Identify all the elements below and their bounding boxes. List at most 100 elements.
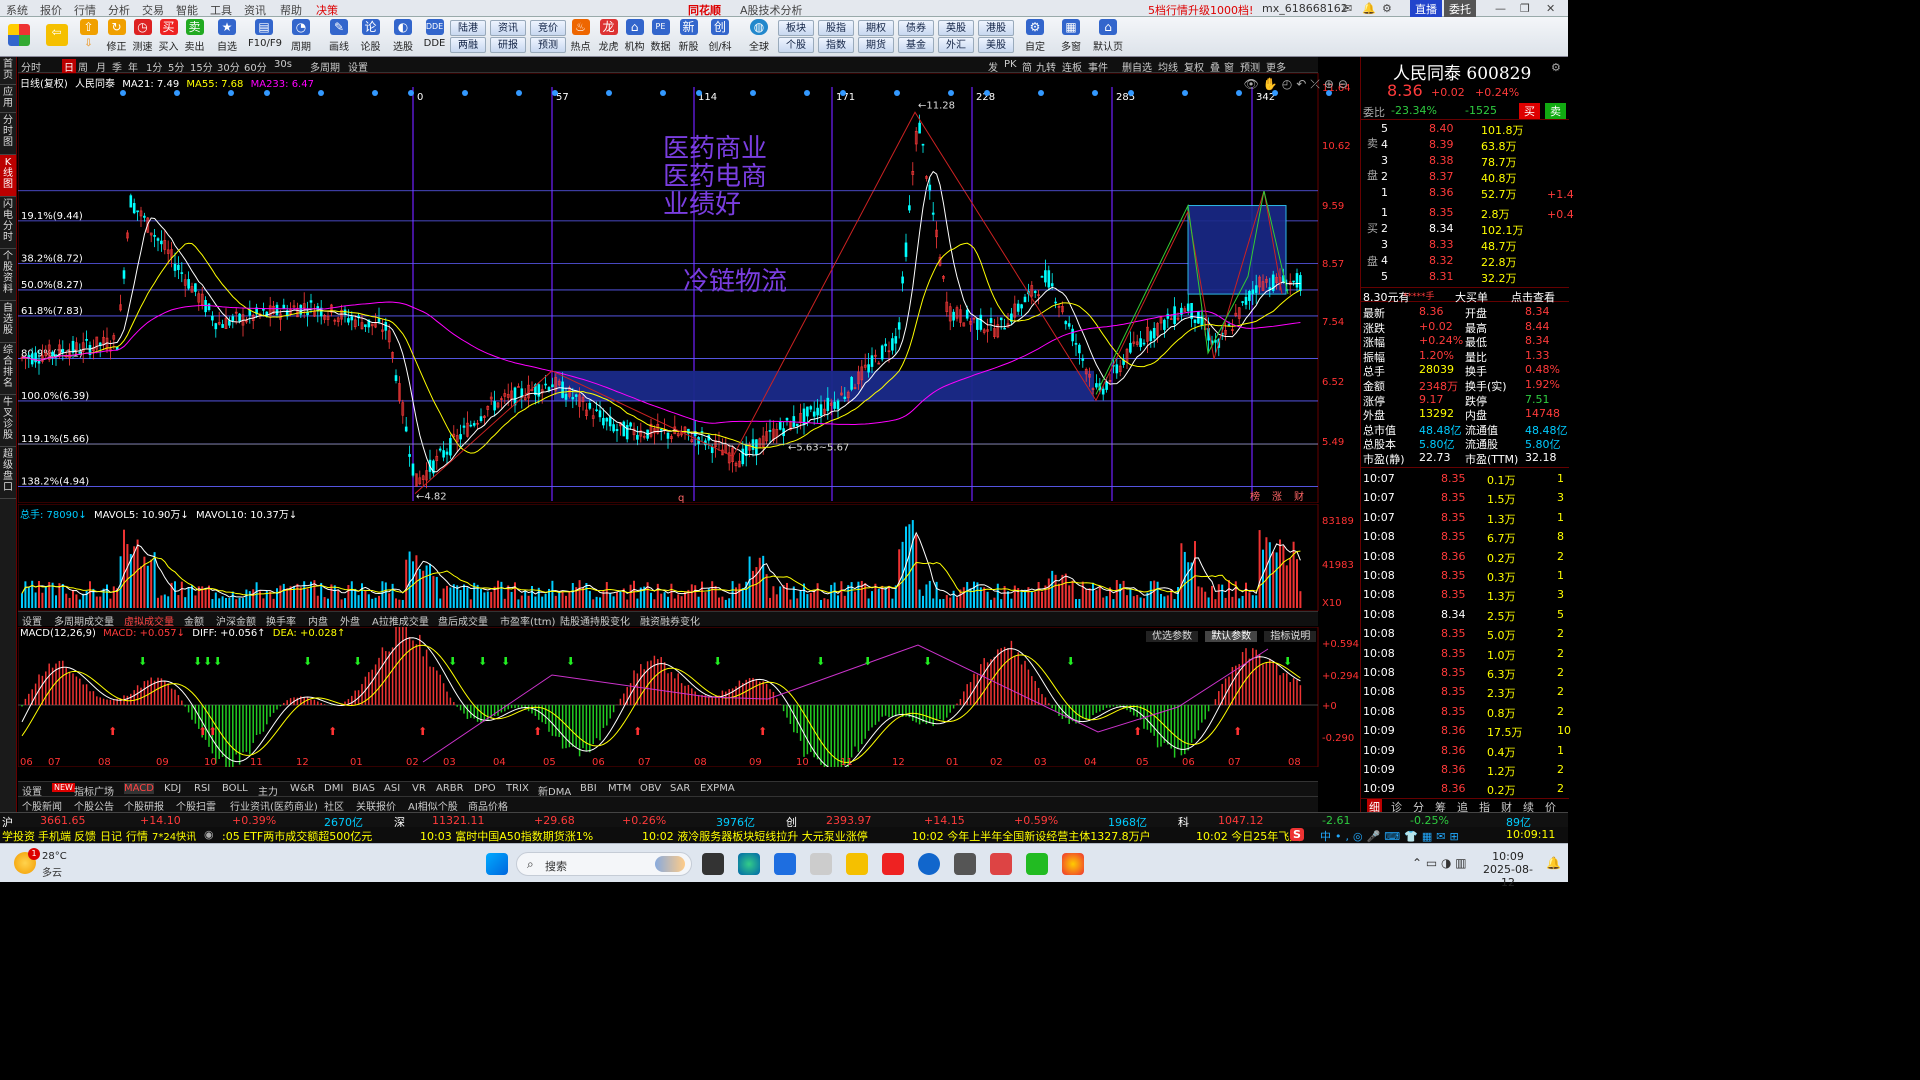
itab-macd[interactable]: MACD xyxy=(124,783,154,794)
default-params-button[interactable]: 默认参数 xyxy=(1205,631,1258,642)
itab-vr[interactable]: VR xyxy=(412,783,426,794)
tool-nine[interactable]: 九转 xyxy=(1036,59,1056,74)
individual-button[interactable]: 个股 xyxy=(778,37,814,53)
news-feedback[interactable]: 反馈 xyxy=(74,828,96,844)
funds-button[interactable]: 基金 xyxy=(898,37,934,53)
speedtest-button[interactable]: ◷ 测速 xyxy=(130,19,155,55)
tab-home[interactable]: 首页 xyxy=(0,57,16,85)
tab-ranking[interactable]: 综合排名 xyxy=(0,343,16,395)
news-item-1[interactable]: :05 ETF两市成交额超500亿元 xyxy=(222,828,372,844)
tool-window[interactable]: 窗 xyxy=(1224,59,1234,74)
optimal-params-button[interactable]: 优选参数 xyxy=(1146,631,1198,642)
taskbar-clock[interactable]: 10:09 2025-08-12 xyxy=(1478,850,1538,889)
calculator-icon[interactable] xyxy=(810,853,832,875)
menu-system[interactable]: 系统 xyxy=(6,2,28,18)
global-button[interactable]: ◍ 全球 xyxy=(744,19,774,55)
menu-news[interactable]: 资讯 xyxy=(244,2,266,18)
itab-bias[interactable]: BIAS xyxy=(352,783,375,794)
vtab-pe[interactable]: 市盈率(ttm) xyxy=(500,613,555,628)
us-stocks-button[interactable]: 美股 xyxy=(978,37,1014,53)
app-clock-icon[interactable] xyxy=(954,853,976,875)
watchlist-button[interactable]: ★ 自选 xyxy=(212,19,242,55)
sector-button[interactable]: 板块 xyxy=(778,20,814,36)
info-announce[interactable]: 个股公告 xyxy=(74,798,114,813)
bell-icon[interactable]: 🔔 xyxy=(1362,2,1376,15)
f10-button[interactable]: ▤ F10/F9 xyxy=(248,19,282,55)
speaker-icon[interactable]: ◉ xyxy=(204,828,214,841)
options-button[interactable]: 期权 xyxy=(858,20,894,36)
default-page-button[interactable]: ⌂ 默认页 xyxy=(1090,19,1126,55)
dde-button[interactable]: DDE DDE xyxy=(422,19,447,55)
vtab-outer[interactable]: 外盘 xyxy=(340,613,360,628)
stock-index-button[interactable]: 股指 xyxy=(818,20,854,36)
chrome-icon[interactable] xyxy=(1062,853,1084,875)
menu-smart[interactable]: 智能 xyxy=(176,2,198,18)
hk-stocks-button[interactable]: 港股 xyxy=(978,20,1014,36)
vtab-turnover[interactable]: 换手率 xyxy=(266,613,296,628)
forex-button[interactable]: 外汇 xyxy=(938,37,974,53)
explorer-icon[interactable] xyxy=(846,853,868,875)
news-flash[interactable]: 7*24快讯 xyxy=(152,828,196,843)
vtab-hs-amount[interactable]: 沪深金额 xyxy=(216,613,256,628)
period-1min[interactable]: 1分 xyxy=(146,59,162,74)
task-view-icon[interactable] xyxy=(702,853,724,875)
itab-asi[interactable]: ASI xyxy=(384,783,400,794)
minimize-icon[interactable]: — xyxy=(1495,2,1506,15)
info-commodity[interactable]: 商品价格 xyxy=(468,798,508,813)
itab-bbi[interactable]: BBI xyxy=(580,783,597,794)
custom-button[interactable]: ⚙ 自定 xyxy=(1020,19,1050,55)
news-item-5[interactable]: 10:02 今日25年飞天 xyxy=(1196,828,1300,844)
menu-quote[interactable]: 报价 xyxy=(40,2,62,18)
up-down-button[interactable]: ⇧ ⇩ xyxy=(76,19,101,55)
app-blue-icon[interactable] xyxy=(774,853,796,875)
wechat-icon[interactable] xyxy=(1026,853,1048,875)
hot-button[interactable]: ♨ 热点 xyxy=(568,19,593,55)
buy-button[interactable]: 买买入 xyxy=(156,19,181,55)
taskbar-search[interactable]: ⌕ 搜索 xyxy=(516,852,692,876)
indicator-help-button[interactable]: 指标说明 xyxy=(1264,631,1317,642)
itab-wr[interactable]: W&R xyxy=(290,783,315,794)
edge-icon[interactable] xyxy=(738,853,760,875)
news-item-4[interactable]: 10:02 今年上半年全国新设经营主体1327.8万户 xyxy=(912,828,1151,844)
info-scan[interactable]: 个股扫雷 xyxy=(176,798,216,813)
tool-ma[interactable]: 均线 xyxy=(1158,59,1178,74)
period-30s[interactable]: 30s xyxy=(274,59,292,70)
itab-boll[interactable]: BOLL xyxy=(222,783,248,794)
itab-trix[interactable]: TRIX xyxy=(506,783,529,794)
commission-button[interactable]: 委托 xyxy=(1444,0,1476,18)
restore-icon[interactable]: ❐ xyxy=(1520,2,1530,15)
promo-link[interactable]: 5档行情升级1000档! xyxy=(1148,2,1253,18)
draw-line-button[interactable]: ✎ 画线 xyxy=(324,19,354,55)
dragon-tiger-button[interactable]: 龙龙虎 xyxy=(596,19,621,55)
ipo-button[interactable]: 新新股 xyxy=(676,19,701,55)
vtab-multi[interactable]: 多周期成交量 xyxy=(54,613,114,628)
itab-rsi[interactable]: RSI xyxy=(194,783,210,794)
ime-logo-icon[interactable]: S xyxy=(1290,828,1304,841)
period-day[interactable]: 日 xyxy=(62,59,76,74)
chart-tool-icons[interactable]: 👁✋◴↶⤫⊕⊖ xyxy=(1244,77,1352,92)
forecast-button[interactable]: 预测 xyxy=(530,37,566,53)
data-button[interactable]: PE 数据 xyxy=(648,19,673,55)
tool-fa[interactable]: 发 xyxy=(988,59,998,74)
kline-chart[interactable]: 0 57 114 171 228 285 342 19.1%(9.44) 38.2%(8.72)… xyxy=(17,72,1386,504)
tab-apps[interactable]: 应用 xyxy=(0,85,16,113)
chinext-button[interactable]: 创创/科 xyxy=(704,19,736,55)
multiwindow-button[interactable]: ▦ 多窗 xyxy=(1056,19,1086,55)
fix-button[interactable]: ↻ 修正 xyxy=(104,19,129,55)
menu-decision[interactable]: 决策 xyxy=(316,2,338,18)
itab-sar[interactable]: SAR xyxy=(670,783,690,794)
menu-tools[interactable]: 工具 xyxy=(210,2,232,18)
period-multi[interactable]: 多周期 xyxy=(310,59,340,74)
news-diary[interactable]: 日记 xyxy=(100,828,122,844)
period-30min[interactable]: 30分 xyxy=(217,59,240,74)
live-button[interactable]: 直播 xyxy=(1410,0,1442,18)
vtab-afterhours[interactable]: 盘后成交量 xyxy=(438,613,488,628)
info-related[interactable]: 关联报价 xyxy=(356,798,396,813)
news-market[interactable]: 行情 xyxy=(126,828,148,844)
windows-start-icon[interactable] xyxy=(486,853,508,875)
tool-simple[interactable]: 简 xyxy=(1022,59,1032,74)
vtab-amount[interactable]: 金额 xyxy=(184,613,204,628)
quick-buy-button[interactable]: 买 xyxy=(1519,103,1540,119)
period-quarter[interactable]: 季 xyxy=(112,59,122,74)
info-ai-similar[interactable]: AI相似个股 xyxy=(408,798,458,813)
